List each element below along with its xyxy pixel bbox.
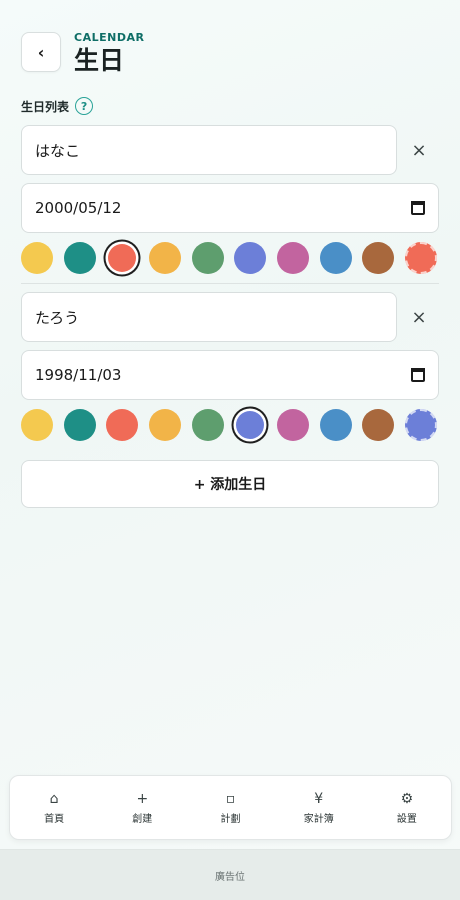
nav-item-plan[interactable]: ▫ 計劃 xyxy=(186,776,274,839)
color-swatch[interactable] xyxy=(319,409,352,441)
calendar-icon[interactable] xyxy=(411,368,425,382)
color-swatch[interactable] xyxy=(108,244,137,272)
ad-label: 廣告位 xyxy=(215,871,245,883)
name-input[interactable]: たろう xyxy=(21,292,398,342)
back-button[interactable]: ‹ xyxy=(21,32,61,72)
color-swatches xyxy=(21,241,439,275)
nav-item-create[interactable]: + 創建 xyxy=(98,776,186,839)
nav-label: 計劃 xyxy=(220,814,241,825)
nav-item-settings[interactable]: ⚙ 設置 xyxy=(363,776,451,839)
date-input[interactable]: 2000/05/12 xyxy=(21,183,439,233)
date-value: 2000/05/12 xyxy=(35,199,122,217)
nav-label: 設置 xyxy=(396,814,417,825)
color-swatch[interactable] xyxy=(63,242,96,274)
color-swatch[interactable] xyxy=(148,242,181,274)
plus-icon: + xyxy=(136,791,149,807)
nav-item-budget[interactable]: ¥ 家計簿 xyxy=(275,776,363,839)
gear-icon: ⚙ xyxy=(400,791,414,807)
birthday-entry-2: たろう × 1998/11/03 xyxy=(21,292,439,442)
date-value: 1998/11/03 xyxy=(35,366,122,384)
color-swatch[interactable] xyxy=(21,409,53,441)
calendar-icon[interactable] xyxy=(411,201,425,215)
bottom-nav: ⌂ 首頁 + 創建 ▫ 計劃 ¥ 家計簿 ⚙ 設置 xyxy=(9,775,452,840)
color-swatch[interactable] xyxy=(106,409,139,441)
header: ‹ CALENDAR 生日 xyxy=(21,32,144,76)
section-label: 生日列表 ? xyxy=(21,97,94,115)
color-swatch[interactable] xyxy=(191,242,224,274)
add-birthday-button[interactable]: + 添加生日 xyxy=(21,460,439,508)
nav-item-home[interactable]: ⌂ 首頁 xyxy=(10,776,98,839)
eyebrow-label: CALENDAR xyxy=(74,31,145,44)
nav-label: 創建 xyxy=(132,814,153,825)
page-title: 生日 xyxy=(74,46,125,75)
entry-divider xyxy=(21,283,439,284)
color-swatch[interactable] xyxy=(319,242,352,274)
color-swatches xyxy=(21,408,439,442)
square-icon: ▫ xyxy=(225,791,236,807)
ad-banner: 廣告位 xyxy=(0,849,460,900)
color-swatch[interactable] xyxy=(362,409,395,441)
yen-icon: ¥ xyxy=(314,791,324,807)
chevron-left-icon: ‹ xyxy=(37,42,45,62)
color-swatch[interactable] xyxy=(234,242,267,274)
help-icon[interactable]: ? xyxy=(75,97,94,115)
remove-entry-button[interactable]: × xyxy=(399,140,439,161)
color-swatch[interactable] xyxy=(362,242,395,274)
color-swatch[interactable] xyxy=(236,411,265,439)
color-swatch[interactable] xyxy=(148,409,181,441)
nav-label: 首頁 xyxy=(44,814,65,825)
color-swatch[interactable] xyxy=(21,242,53,274)
color-swatch[interactable] xyxy=(276,409,309,441)
birthday-entry-1: はなこ × 2000/05/12 xyxy=(21,125,439,275)
title-block: CALENDAR 生日 xyxy=(74,32,144,76)
remove-entry-button[interactable]: × xyxy=(399,307,439,328)
color-preview-swatch[interactable] xyxy=(404,242,437,274)
color-swatch[interactable] xyxy=(276,242,309,274)
section-label-text: 生日列表 xyxy=(21,99,70,114)
color-swatch[interactable] xyxy=(191,409,224,441)
home-icon: ⌂ xyxy=(49,791,59,807)
color-swatch[interactable] xyxy=(63,409,96,441)
date-input[interactable]: 1998/11/03 xyxy=(21,350,439,400)
color-preview-swatch[interactable] xyxy=(404,409,437,441)
name-input[interactable]: はなこ xyxy=(21,125,398,175)
nav-label: 家計簿 xyxy=(303,814,334,825)
